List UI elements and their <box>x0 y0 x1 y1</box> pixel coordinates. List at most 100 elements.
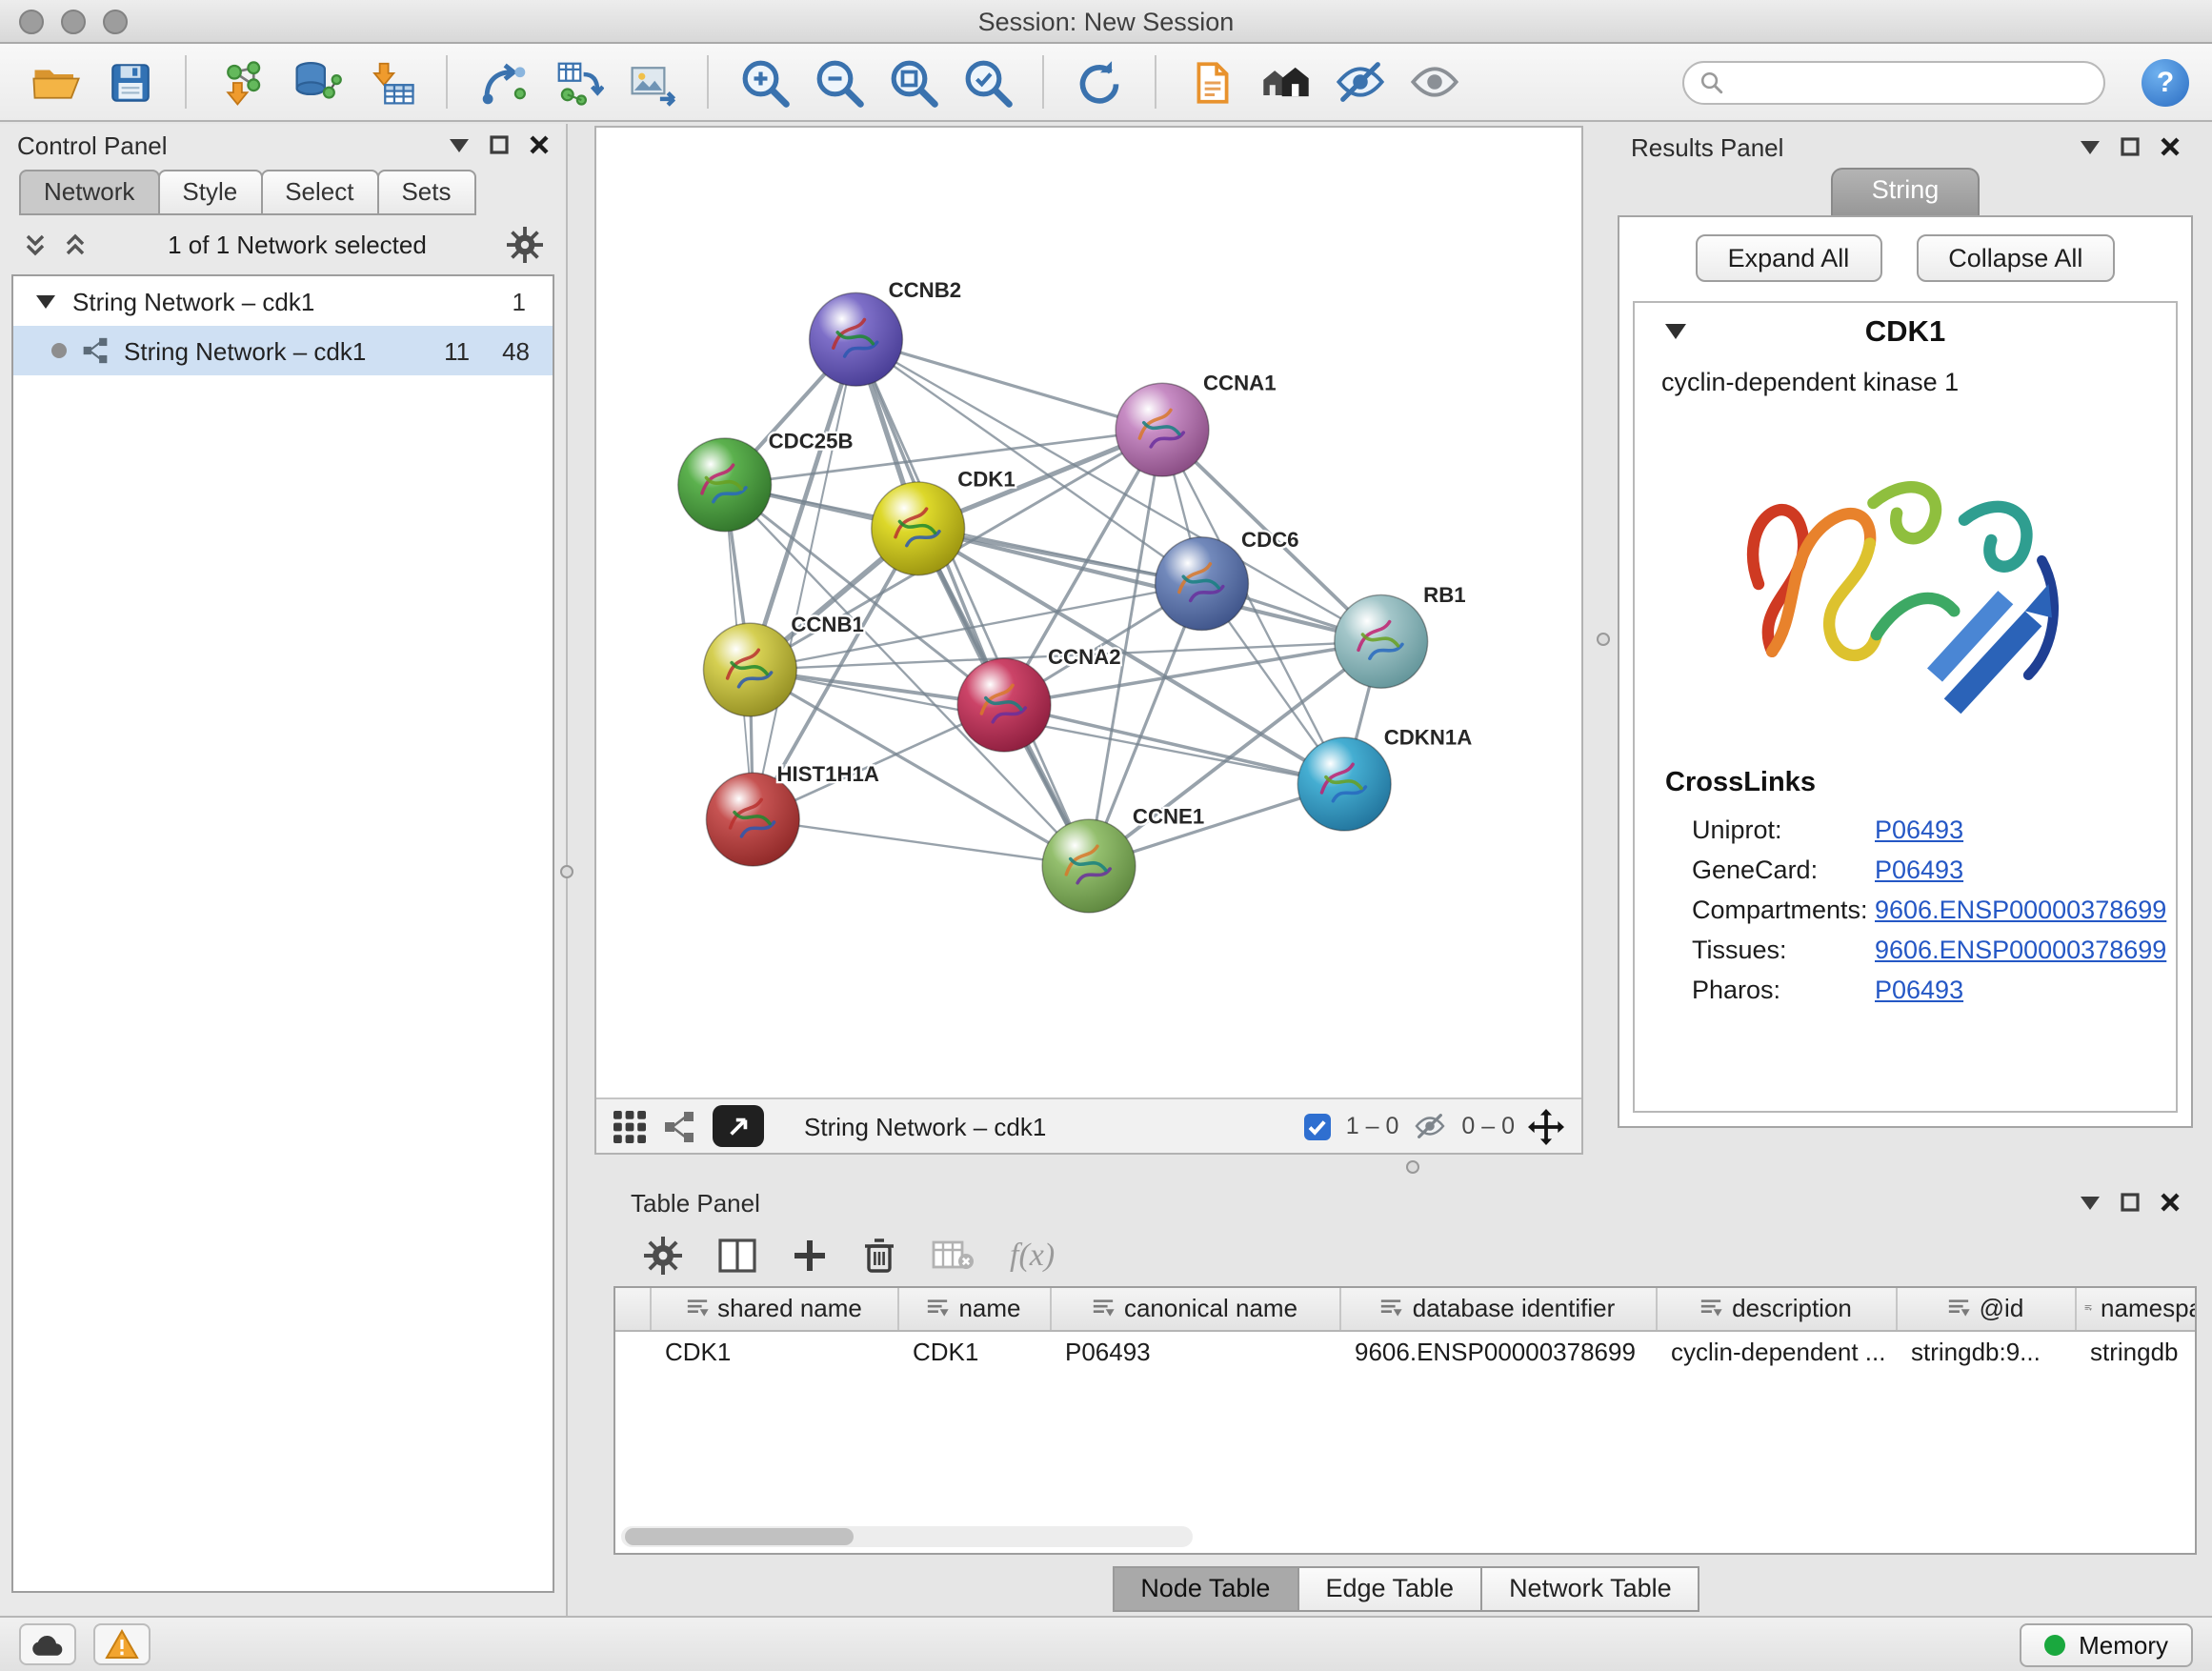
expand-all-button[interactable]: Expand All <box>1696 234 1882 282</box>
document-button[interactable] <box>1179 50 1244 114</box>
new-network-from-selection-button[interactable] <box>471 50 535 114</box>
network-share-icon[interactable] <box>663 1110 695 1142</box>
crosslink-link[interactable]: P06493 <box>1875 856 1963 884</box>
maximize-panel-icon[interactable] <box>2121 137 2140 156</box>
network-edge-CCNB2-HIST1H1A[interactable] <box>753 339 855 819</box>
network-node-RB1[interactable] <box>1335 594 1428 688</box>
zoom-out-button[interactable] <box>806 50 871 114</box>
column-header--id[interactable]: @id <box>1896 1288 2075 1330</box>
open-session-button[interactable] <box>23 50 88 114</box>
help-button[interactable]: ? <box>2142 58 2189 106</box>
table-cell[interactable]: CDK1 <box>897 1330 1050 1372</box>
zoom-in-button[interactable] <box>732 50 796 114</box>
network-edge-CCNB2-CCNE1[interactable] <box>856 339 1089 866</box>
tab-select[interactable]: Select <box>260 170 378 215</box>
hidden-eye-slash-icon[interactable] <box>1412 1111 1448 1141</box>
add-column-icon[interactable] <box>793 1238 827 1272</box>
network-node-CCNB2[interactable] <box>810 292 903 386</box>
table-settings-gear-icon[interactable] <box>644 1236 682 1274</box>
selected-checkbox-icon[interactable] <box>1304 1112 1333 1140</box>
section-expander-icon[interactable] <box>1665 324 1686 339</box>
show-glass-balls-button[interactable] <box>1402 50 1467 114</box>
table-tab-network-table[interactable]: Network Table <box>1480 1566 1700 1612</box>
hide-glass-balls-button[interactable] <box>1328 50 1393 114</box>
network-graph[interactable]: CCNB2CCNA1CDC25BCDK1CDC6RB1CCNB1CCNA2CDK… <box>596 128 1581 1097</box>
network-row-selected[interactable]: String Network – cdk1 11 48 <box>13 326 553 375</box>
table-cell[interactable]: 9606.ENSP00000378699 <box>1339 1330 1656 1372</box>
crosslink-link[interactable]: 9606.ENSP00000378699 <box>1875 936 2166 964</box>
column-header-description[interactable]: description <box>1656 1288 1896 1330</box>
maximize-panel-icon[interactable] <box>490 135 509 154</box>
delete-column-trash-icon[interactable] <box>863 1237 895 1273</box>
crosslink-link[interactable]: 9606.ENSP00000378699 <box>1875 896 2166 924</box>
close-panel-icon[interactable] <box>2161 137 2180 156</box>
float-panel-icon[interactable] <box>2081 1196 2100 1209</box>
network-and-table-button[interactable] <box>545 50 610 114</box>
column-header-namespac[interactable]: namespac <box>2075 1288 2197 1330</box>
splitter-handle[interactable] <box>1597 633 1610 646</box>
network-node-CDKN1A[interactable] <box>1297 737 1391 831</box>
grid-view-icon[interactable] <box>613 1110 646 1142</box>
column-header-shared-name[interactable]: shared name <box>650 1288 897 1330</box>
import-table-button[interactable] <box>358 50 423 114</box>
float-panel-icon[interactable] <box>2081 140 2100 153</box>
show-columns-icon[interactable] <box>718 1238 756 1272</box>
table-horizontal-scrollbar[interactable] <box>621 1526 1193 1547</box>
tab-style[interactable]: Style <box>157 170 262 215</box>
window-close-button[interactable] <box>19 10 44 34</box>
column-header-database-identifier[interactable]: database identifier <box>1339 1288 1656 1330</box>
search-input[interactable] <box>1734 67 2088 97</box>
table-tab-edge-table[interactable]: Edge Table <box>1297 1566 1482 1612</box>
table-cell[interactable]: cyclin-dependent ... <box>1656 1330 1896 1372</box>
float-panel-icon[interactable] <box>450 138 469 151</box>
network-node-CCNA2[interactable] <box>957 658 1051 752</box>
network-node-CDK1[interactable] <box>872 482 965 575</box>
close-panel-icon[interactable] <box>2161 1193 2180 1212</box>
tab-network[interactable]: Network <box>19 170 159 215</box>
zoom-fit-button[interactable] <box>880 50 945 114</box>
collapse-all-button[interactable]: Collapse All <box>1916 234 2115 282</box>
table-cell[interactable]: stringdb:9... <box>1896 1330 2075 1372</box>
window-zoom-button[interactable] <box>103 10 128 34</box>
gene-section-header[interactable]: CDK1 <box>1635 303 2176 364</box>
home-networks-button[interactable] <box>1254 50 1318 114</box>
pan-crosshair-icon[interactable] <box>1528 1108 1564 1144</box>
network-node-CCNB1[interactable] <box>703 623 796 716</box>
column-header-name[interactable]: name <box>897 1288 1050 1330</box>
tree-expander-icon[interactable] <box>36 294 55 308</box>
results-tab-string[interactable]: String <box>1832 168 1980 215</box>
splitter-handle[interactable] <box>1406 1160 1419 1174</box>
network-collection-row[interactable]: String Network – cdk1 1 <box>13 276 553 326</box>
window-minimize-button[interactable] <box>61 10 86 34</box>
network-node-CDC25B[interactable] <box>678 438 772 532</box>
table-cell[interactable]: P06493 <box>1050 1330 1339 1372</box>
cloud-status-button[interactable] <box>19 1623 76 1665</box>
apply-preferred-layout-button[interactable] <box>1067 50 1132 114</box>
network-node-CDC6[interactable] <box>1156 537 1249 631</box>
import-network-from-file-button[interactable] <box>210 50 274 114</box>
table-cell[interactable]: CDK1 <box>650 1330 897 1372</box>
search-field[interactable] <box>1682 60 2105 104</box>
save-session-button[interactable] <box>97 50 162 114</box>
memory-button[interactable]: Memory <box>2020 1622 2193 1666</box>
table-cell[interactable]: stringdb <box>2075 1330 2197 1372</box>
splitter-handle[interactable] <box>560 865 573 878</box>
warnings-button[interactable] <box>93 1623 151 1665</box>
function-builder-button[interactable]: f(x) <box>1010 1236 1055 1274</box>
network-node-HIST1H1A[interactable] <box>706 773 799 866</box>
crosslink-link[interactable]: P06493 <box>1875 976 1963 1004</box>
gear-icon[interactable] <box>507 227 543 263</box>
table-row[interactable]: CDK1CDK1P064939606.ENSP00000378699cyclin… <box>615 1330 2197 1372</box>
network-edge-CCNA2-CDKN1A[interactable] <box>1004 705 1344 784</box>
open-in-new-window-button[interactable] <box>713 1105 764 1147</box>
collapse-all-icon[interactable] <box>23 232 48 257</box>
close-panel-icon[interactable] <box>530 135 549 154</box>
network-edge-CCNB2-CCNA1[interactable] <box>856 339 1163 430</box>
table-tab-node-table[interactable]: Node Table <box>1112 1566 1298 1612</box>
maximize-panel-icon[interactable] <box>2121 1193 2140 1212</box>
tab-sets[interactable]: Sets <box>376 170 475 215</box>
network-node-CCNA1[interactable] <box>1116 383 1209 476</box>
zoom-selected-button[interactable] <box>955 50 1019 114</box>
network-canvas[interactable]: CCNB2CCNA1CDC25BCDK1CDC6RB1CCNB1CCNA2CDK… <box>596 128 1581 1097</box>
column-header-canonical-name[interactable]: canonical name <box>1050 1288 1339 1330</box>
